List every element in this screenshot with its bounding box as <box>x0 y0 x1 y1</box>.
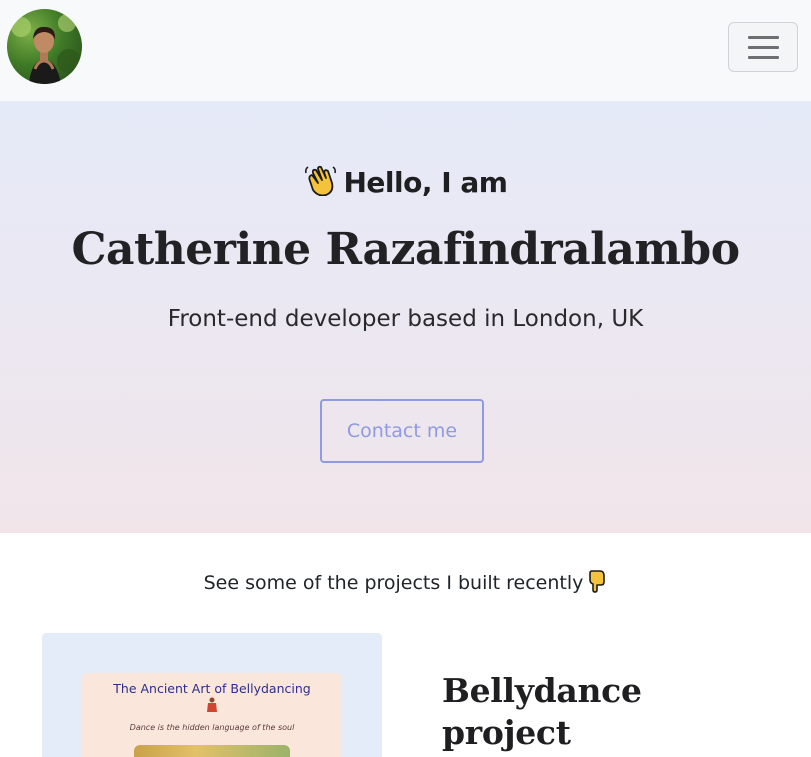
hamburger-menu-icon <box>748 36 779 39</box>
hamburger-line <box>748 46 779 49</box>
contact-me-button[interactable]: Contact me <box>320 399 484 463</box>
thumbnail-subtitle: Dance is the hidden language of the soul <box>129 723 295 732</box>
dancer-icon <box>207 697 217 712</box>
pointing-down-icon <box>587 569 607 598</box>
projects-intro: See some of the projects I built recentl… <box>0 569 811 598</box>
avatar[interactable] <box>7 9 82 84</box>
greeting-text: Hello, I am <box>343 166 508 199</box>
hero-name: Catherine Razafindralambo <box>71 224 740 275</box>
project-title: Bellydance project <box>442 671 642 752</box>
menu-toggle-button[interactable] <box>728 22 798 72</box>
projects-intro-text: See some of the projects I built recentl… <box>203 572 584 594</box>
project-card-thumbnail[interactable]: The Ancient Art of Bellydancing Dance is… <box>42 633 382 757</box>
navbar <box>0 0 811 101</box>
waving-hand-icon <box>304 164 338 203</box>
thumbnail-title: The Ancient Art of Bellydancing <box>113 681 311 696</box>
hero-tagline: Front-end developer based in London, UK <box>167 306 644 332</box>
hamburger-line <box>748 56 779 59</box>
thumbnail-image <box>134 745 290 757</box>
profile-photo-icon <box>11 14 81 84</box>
greeting-heading: Hello, I am <box>0 164 811 203</box>
project-screenshot: The Ancient Art of Bellydancing Dance is… <box>82 673 342 757</box>
